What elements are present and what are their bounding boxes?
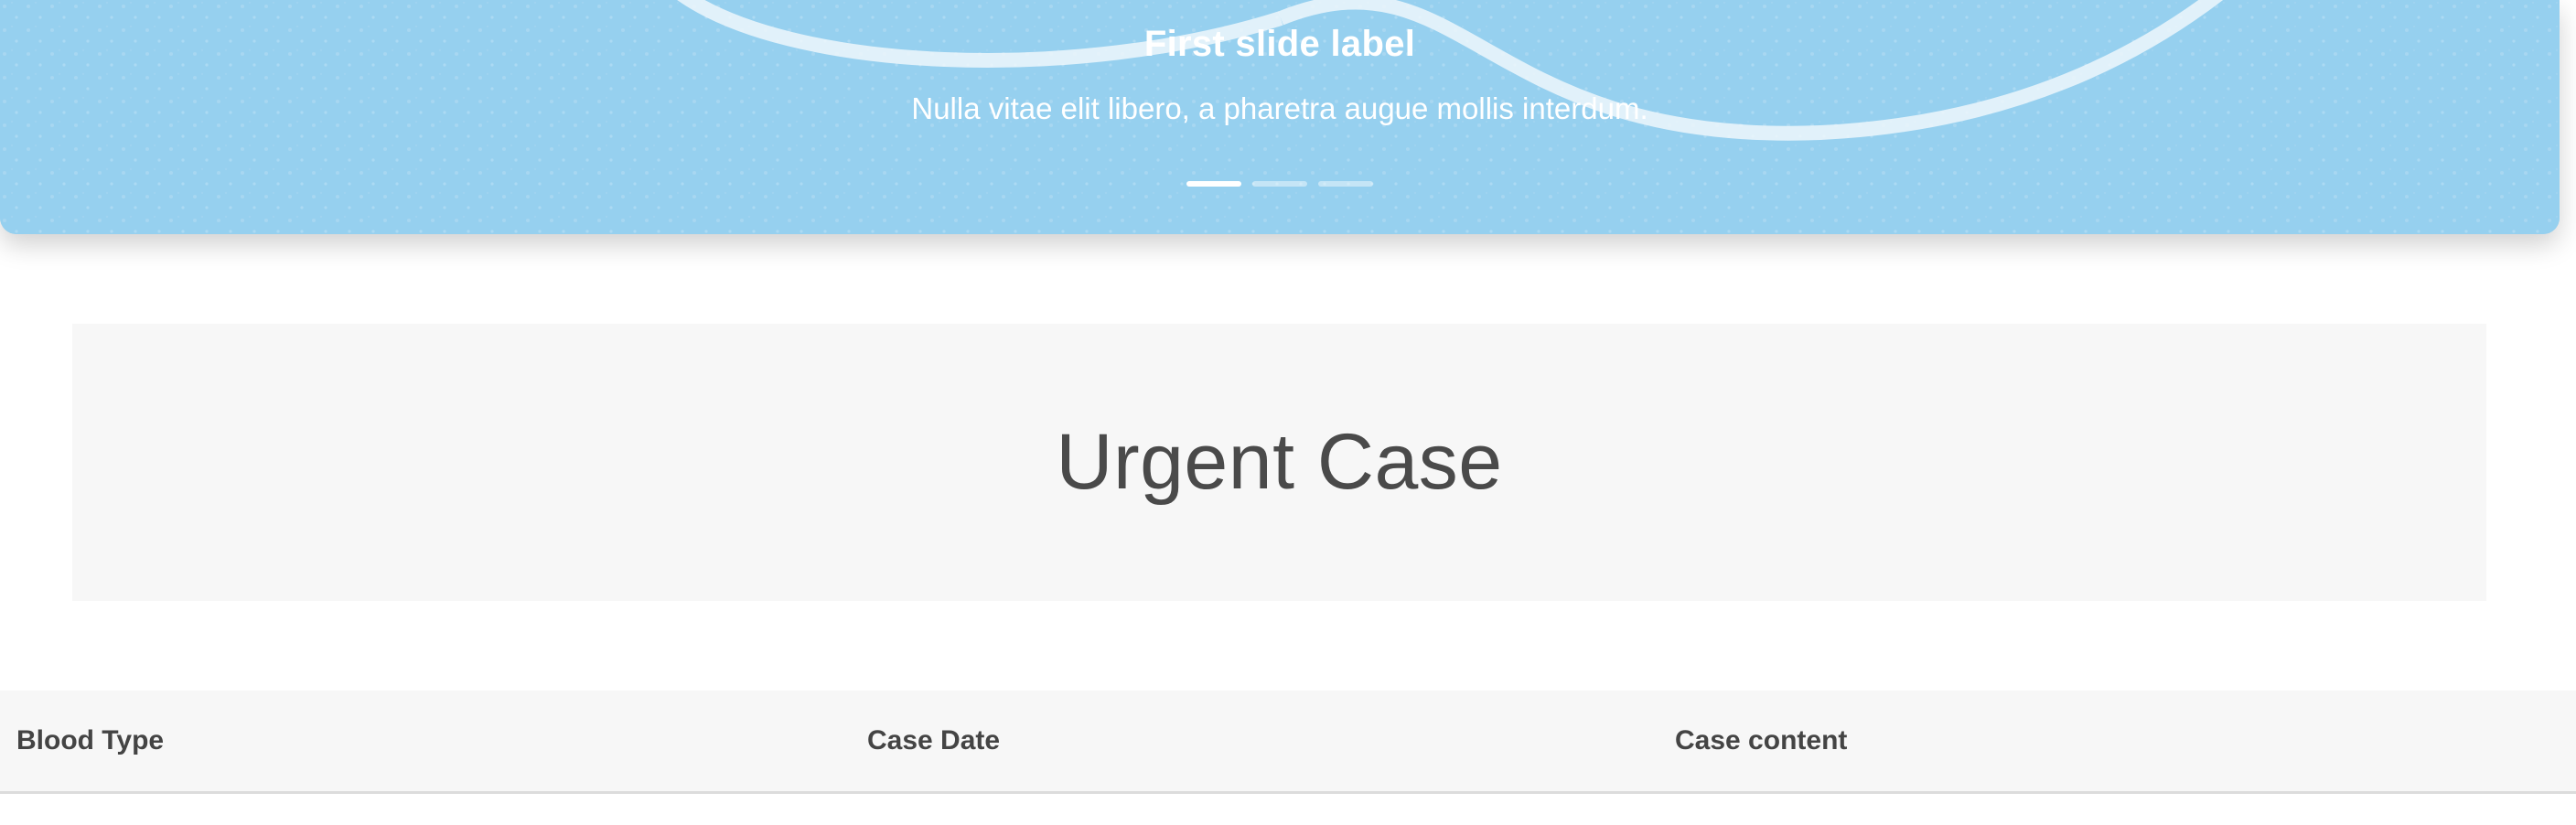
slide-title: First slide label <box>1143 24 1416 64</box>
carousel-indicators <box>0 181 2560 187</box>
page-title: Urgent Case <box>1056 418 1503 506</box>
cases-table-header: Blood Type Case Date Case content <box>0 691 2576 794</box>
column-header-case-content: Case content <box>1675 725 1848 755</box>
carousel-indicator-3[interactable] <box>1318 181 1373 187</box>
carousel-indicator-2[interactable] <box>1252 181 1307 187</box>
column-header-blood-type: Blood Type <box>16 725 165 755</box>
slide-caption: Nulla vitae elit libero, a pharetra augu… <box>911 91 1648 125</box>
hero-carousel[interactable]: First slide label Nulla vitae elit liber… <box>0 0 2560 234</box>
urgent-case-banner: Urgent Case <box>72 324 2486 601</box>
carousel-indicator-1[interactable] <box>1186 181 1241 187</box>
column-header-case-date: Case Date <box>867 725 1001 755</box>
